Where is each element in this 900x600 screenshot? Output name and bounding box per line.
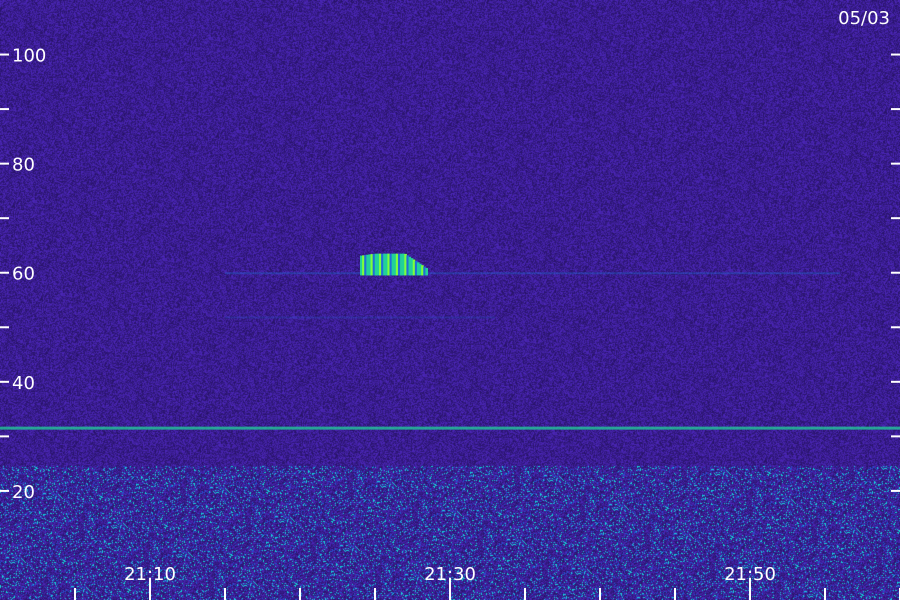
y-tick-label: 60: [12, 264, 35, 285]
x-tick-label: 21:30: [424, 564, 476, 585]
spectrogram-plot: 100 80 60 40 20 21:10 21:30 21:50 05/03: [0, 0, 900, 600]
y-tick-label: 40: [12, 373, 35, 394]
y-tick-label: 100: [12, 46, 46, 67]
x-tick-label: 21:50: [724, 564, 776, 585]
y-tick-label: 20: [12, 482, 35, 503]
spectrogram-noise: [0, 0, 900, 600]
x-tick-label: 21:10: [124, 564, 176, 585]
date-label: 05/03: [838, 8, 890, 29]
burst-stripe: [425, 267, 428, 276]
y-tick-label: 80: [12, 155, 35, 176]
